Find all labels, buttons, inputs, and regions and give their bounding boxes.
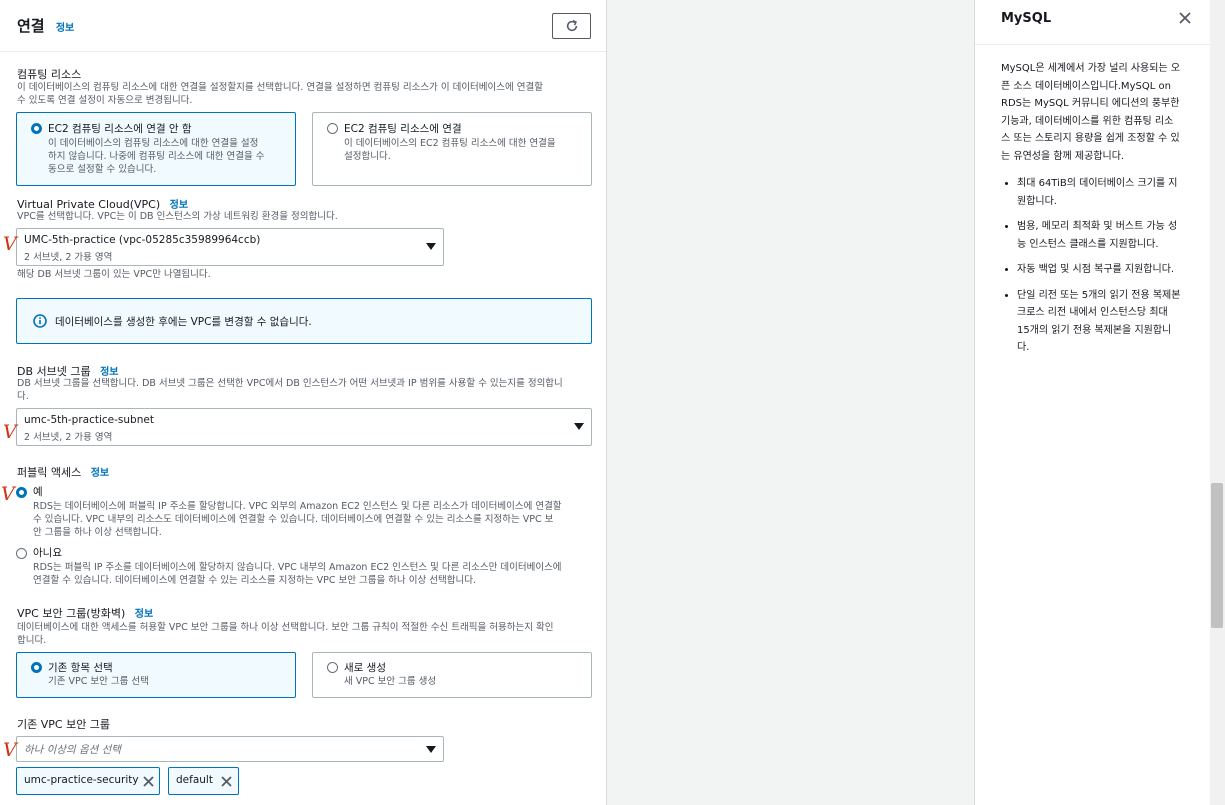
annotation-mark: V	[3, 421, 17, 443]
close-icon[interactable]	[143, 776, 154, 787]
token-security-group: umc-practice-security	[16, 767, 160, 795]
option-desc-3: 동으로 설정할 수 있습니다.	[48, 164, 157, 175]
subnet-selected-sub: 2 서브넷, 2 가용 영역	[24, 432, 113, 443]
option-desc-1: 이 데이터베이스의 EC2 컴퓨팅 리소스에 대한 연결을	[344, 138, 556, 149]
public-access-yes-desc-1: RDS는 데이터베이스에 퍼블릭 IP 주소를 할당합니다. VPC 외부의 A…	[33, 501, 562, 512]
public-access-no-label[interactable]: 아니요	[33, 545, 62, 560]
help-title: MySQL	[1001, 11, 1052, 26]
scrollbar[interactable]	[1210, 0, 1225, 805]
close-icon[interactable]	[221, 776, 232, 787]
multiselect-placeholder: 하나 이상의 옵션 선택	[24, 744, 121, 756]
divider	[975, 44, 1211, 45]
annotation-mark: V	[1, 483, 15, 505]
option-desc: 새 VPC 보안 그룹 생성	[344, 676, 437, 687]
info-icon	[33, 314, 47, 328]
radio-selected[interactable]	[31, 662, 42, 673]
subnet-group-desc-2: 다.	[17, 391, 29, 402]
compute-label: 컴퓨팅 리소스	[17, 68, 82, 81]
token-label: umc-practice-security	[24, 774, 139, 786]
compute-option-no-connect[interactable]: EC2 컴퓨팅 리소스에 연결 안 함 이 데이터베이스의 컴퓨팅 리소스에 대…	[16, 112, 296, 186]
security-group-info-link[interactable]: 정보	[135, 609, 153, 620]
refresh-icon	[566, 20, 577, 32]
help-paragraph: MySQL은 세계에서 가장 널리 사용되는 오픈 소스 데이터베이스입니다.M…	[1001, 63, 1181, 162]
help-panel: MySQL MySQL은 세계에서 가장 널리 사용되는 오픈 소스 데이터베이…	[974, 0, 1211, 805]
security-group-existing-option[interactable]: 기존 항목 선택 기존 VPC 보안 그룹 선택	[16, 652, 296, 698]
compute-desc-2: 수 있도록 연결 설정이 자동으로 변경됩니다.	[17, 95, 193, 106]
scrollbar-thumb[interactable]	[1211, 483, 1223, 628]
option-desc-1: 이 데이터베이스의 컴퓨팅 리소스에 대한 연결을 설정	[48, 138, 259, 149]
radio-unselected[interactable]	[327, 123, 338, 134]
public-access-yes-radio[interactable]	[16, 487, 27, 498]
caret-down-icon	[426, 746, 436, 753]
caret-down-icon	[426, 243, 436, 250]
vpc-desc: VPC를 선택합니다. VPC는 이 DB 인스턴스의 가상 네트워킹 환경을 …	[17, 211, 338, 222]
close-icon[interactable]	[1176, 9, 1194, 27]
public-access-yes-label[interactable]: 예	[33, 484, 43, 499]
public-access-no-radio[interactable]	[16, 548, 27, 559]
caret-down-icon	[574, 423, 584, 430]
vpc-selected-value: UMC-5th-practice (vpc-05285c35989964ccb)	[24, 234, 261, 246]
panel-header: 연결 정보	[0, 0, 606, 52]
security-group-multiselect[interactable]: 하나 이상의 옵션 선택	[16, 736, 444, 762]
help-bullet-list: 최대 64TiB의 데이터베이스 크기를 지원합니다. 범용, 메모리 최적화 …	[1001, 175, 1181, 357]
alert-text: 데이터베이스를 생성한 후에는 VPC를 변경할 수 없습니다.	[55, 316, 312, 328]
token-label: default	[176, 774, 213, 786]
subnet-group-desc-1: DB 서브넷 그룹을 선택합니다. DB 서브넷 그룹은 선택한 VPC에서 D…	[17, 378, 563, 389]
title-text: 연결	[17, 17, 45, 35]
annotation-mark: V	[3, 739, 17, 761]
security-group-label-text: VPC 보안 그룹(방화벽)	[17, 607, 126, 620]
refresh-button[interactable]	[552, 13, 591, 39]
public-access-info-link[interactable]: 정보	[91, 468, 109, 479]
help-bullet: 범용, 메모리 최적화 및 버스트 가능 성능 인스턴스 클래스를 지원합니다.	[1017, 218, 1181, 253]
radio-unselected[interactable]	[327, 662, 338, 673]
option-title: 기존 항목 선택	[48, 662, 113, 674]
help-header: MySQL	[975, 0, 1211, 44]
option-title: EC2 컴퓨팅 리소스에 연결	[344, 123, 462, 135]
security-group-desc-2: 합니다.	[17, 635, 47, 646]
vpc-info-alert: 데이터베이스를 생성한 후에는 VPC를 변경할 수 없습니다.	[16, 298, 592, 344]
option-desc-2: 하지 않습니다. 나중에 컴퓨팅 리소스에 대한 연결을 수	[48, 151, 265, 162]
vpc-select[interactable]: UMC-5th-practice (vpc-05285c35989964ccb)…	[16, 228, 444, 266]
radio-selected[interactable]	[31, 123, 42, 134]
option-title: 새로 생성	[344, 662, 386, 674]
info-link[interactable]: 정보	[56, 23, 74, 34]
help-body: MySQL은 세계에서 가장 널리 사용되는 오픈 소스 데이터베이스입니다.M…	[1001, 60, 1181, 365]
vpc-label: Virtual Private Cloud(VPC) 정보	[17, 196, 188, 211]
annotation-mark: V	[3, 233, 17, 255]
security-group-label: VPC 보안 그룹(방화벽) 정보	[17, 605, 153, 621]
public-access-label-text: 퍼블릭 액세스	[17, 466, 82, 479]
subnet-selected-value: umc-5th-practice-subnet	[24, 414, 154, 426]
token-security-group: default	[168, 767, 239, 795]
page-title: 연결 정보	[17, 15, 74, 36]
subnet-group-select[interactable]: umc-5th-practice-subnet 2 서브넷, 2 가용 영역	[16, 408, 592, 446]
public-access-label: 퍼블릭 액세스 정보	[17, 464, 109, 480]
vpc-selected-sub: 2 서브넷, 2 가용 영역	[24, 252, 113, 263]
security-group-new-option[interactable]: 새로 생성 새 VPC 보안 그룹 생성	[312, 652, 592, 698]
vpc-hint: 해당 DB 서브넷 그룹이 있는 VPC만 나열됩니다.	[17, 269, 211, 280]
option-desc-2: 설정합니다.	[344, 151, 391, 162]
public-access-no-desc-1: RDS는 퍼블릭 IP 주소를 데이터베이스에 할당하지 않습니다. VPC 내…	[33, 562, 562, 573]
public-access-yes-desc-2: 수 있습니다. VPC 내부의 리소스도 데이터베이스에 연결할 수 있습니다.…	[33, 514, 554, 525]
connectivity-panel: 연결 정보 컴퓨팅 리소스 이 데이터베이스의 컴퓨팅 리소스에 대한 연결을 …	[0, 0, 607, 805]
option-desc: 기존 VPC 보안 그룹 선택	[48, 676, 149, 687]
compute-option-connect[interactable]: EC2 컴퓨팅 리소스에 연결 이 데이터베이스의 EC2 컴퓨팅 리소스에 대…	[312, 112, 592, 186]
public-access-yes-desc-3: 안 그룹을 하나 이상 선택합니다.	[33, 527, 162, 538]
help-bullet: 단일 리전 또는 5개의 읽기 전용 복제본 크로스 리전 내에서 인스턴스당 …	[1017, 287, 1181, 357]
security-group-desc-1: 데이터베이스에 대한 액세스를 허용할 VPC 보안 그룹을 하나 이상 선택합…	[17, 622, 554, 633]
compute-desc-1: 이 데이터베이스의 컴퓨팅 리소스에 대한 연결을 설정할지를 선택합니다. 연…	[17, 82, 543, 93]
option-title: EC2 컴퓨팅 리소스에 연결 안 함	[48, 123, 192, 135]
existing-sg-label: 기존 VPC 보안 그룹	[17, 718, 111, 731]
help-bullet: 자동 백업 및 시점 복구를 지원합니다.	[1017, 261, 1181, 279]
help-bullet: 최대 64TiB의 데이터베이스 크기를 지원합니다.	[1017, 175, 1181, 210]
public-access-no-desc-2: 연결할 수 있습니다. 데이터베이스에 연결할 수 있는 리소스를 지정하는 V…	[33, 575, 476, 586]
